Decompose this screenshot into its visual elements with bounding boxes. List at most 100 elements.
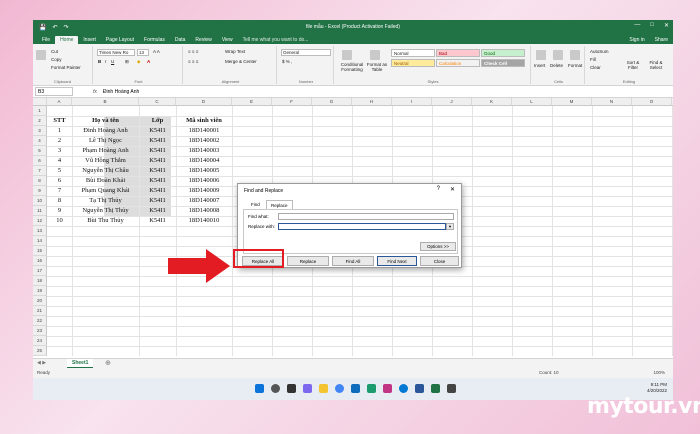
column-header-e[interactable]: E — [232, 98, 272, 106]
row-header[interactable]: 14 — [33, 236, 47, 246]
table-cell[interactable]: Bùi Thu Thủy — [72, 216, 139, 226]
format-as-table-icon[interactable] — [370, 50, 380, 60]
table-header-cell[interactable]: STT — [47, 116, 72, 126]
format-button[interactable]: Format — [568, 63, 582, 68]
row-header[interactable]: 12 — [33, 216, 47, 226]
table-header-cell[interactable]: Mã sinh viên — [176, 116, 232, 126]
insert-cells-icon[interactable] — [536, 50, 546, 60]
row-header[interactable]: 10 — [33, 196, 47, 206]
delete-button[interactable]: Delete — [550, 63, 563, 68]
tab-home[interactable]: Home — [55, 36, 79, 44]
table-cell[interactable]: 18D140010 — [176, 216, 232, 226]
copy-button[interactable]: Copy — [51, 57, 62, 62]
replace-with-input[interactable] — [278, 223, 446, 230]
search-icon[interactable] — [271, 384, 280, 393]
column-header-a[interactable]: A — [47, 98, 72, 106]
table-cell[interactable]: Vũ Hồng Thắm — [72, 156, 139, 166]
row-header[interactable]: 6 — [33, 156, 47, 166]
font-grow-icon[interactable]: A A — [153, 49, 160, 54]
table-cell[interactable]: 18D140005 — [176, 166, 232, 176]
column-header-n[interactable]: N — [592, 98, 632, 106]
table-cell[interactable]: 4 — [47, 156, 72, 166]
table-cell[interactable]: 18D140006 — [176, 176, 232, 186]
tab-data[interactable]: Data — [170, 36, 191, 44]
font-color-icon[interactable]: A — [147, 59, 150, 64]
share-button[interactable]: Share — [650, 36, 673, 44]
zoom-level[interactable]: 100% — [653, 368, 665, 378]
style-check-cell[interactable]: Check Cell — [481, 59, 525, 67]
bold-icon[interactable]: B — [98, 59, 101, 64]
file-explorer-icon[interactable] — [319, 384, 328, 393]
paste-icon[interactable] — [36, 50, 46, 60]
table-cell[interactable]: 18D140001 — [176, 126, 232, 136]
options-button[interactable]: Options >> — [420, 242, 456, 251]
app-icon[interactable] — [447, 384, 456, 393]
system-tray[interactable]: 9:11 PM 4/20/2022 — [647, 382, 667, 394]
tab-insert[interactable]: Insert — [78, 36, 101, 44]
column-header-d[interactable]: D — [176, 98, 232, 106]
sign-in-link[interactable]: Sign in — [624, 36, 649, 44]
instagram-icon[interactable] — [383, 384, 392, 393]
borders-icon[interactable]: ⊞ — [125, 59, 129, 65]
align-top-icon[interactable]: ≡ ≡ ≡ — [188, 49, 198, 54]
table-cell[interactable]: K54I1 — [139, 176, 176, 186]
tab-review[interactable]: Review — [190, 36, 216, 44]
insert-button[interactable]: Insert — [534, 63, 545, 68]
row-header[interactable]: 15 — [33, 246, 47, 256]
excel-icon[interactable] — [431, 384, 440, 393]
edge-icon[interactable] — [399, 384, 408, 393]
format-as-table-button[interactable]: Format as Table — [366, 62, 388, 72]
font-name-select[interactable]: Times New Ro — [97, 49, 135, 56]
align-left-icon[interactable]: ≡ ≡ ≡ — [188, 59, 198, 64]
name-box[interactable]: B3 — [35, 87, 73, 96]
table-cell[interactable]: K54I1 — [139, 206, 176, 216]
row-header[interactable]: 23 — [33, 326, 47, 336]
table-cell[interactable]: Nguyễn Thị Châu — [72, 166, 139, 176]
conditional-formatting-button[interactable]: Conditional Formatting — [337, 62, 367, 72]
column-header-j[interactable]: J — [432, 98, 472, 106]
table-cell[interactable]: K54I1 — [139, 156, 176, 166]
style-calculation[interactable]: Calculation — [436, 59, 480, 67]
italic-icon[interactable]: I — [105, 59, 106, 64]
teams-icon[interactable] — [303, 384, 312, 393]
table-cell[interactable]: K54I1 — [139, 186, 176, 196]
table-cell[interactable]: 5 — [47, 166, 72, 176]
column-header-g[interactable]: G — [312, 98, 352, 106]
replace-button[interactable]: Replace — [287, 256, 329, 266]
style-neutral[interactable]: Neutral — [391, 59, 435, 67]
row-header[interactable]: 25 — [33, 346, 47, 356]
close-icon[interactable]: ✕ — [664, 22, 669, 29]
column-header-p[interactable]: P — [672, 98, 673, 106]
row-header[interactable]: 3 — [33, 126, 47, 136]
table-cell[interactable]: 18D140007 — [176, 196, 232, 206]
add-sheet-icon[interactable]: ⊕ — [105, 359, 111, 367]
table-cell[interactable]: Phạm Quang Khải — [72, 186, 139, 196]
underline-icon[interactable]: U — [111, 59, 114, 64]
close-button[interactable]: Close — [420, 256, 459, 266]
style-bad[interactable]: Bad — [436, 49, 480, 57]
row-header[interactable]: 16 — [33, 256, 47, 266]
table-cell[interactable]: K54I1 — [139, 216, 176, 226]
column-header-k[interactable]: K — [472, 98, 512, 106]
table-cell[interactable]: K54I1 — [139, 196, 176, 206]
row-header[interactable]: 9 — [33, 186, 47, 196]
tab-replace[interactable]: Replace — [266, 200, 293, 209]
fill-button[interactable]: Fill — [590, 57, 596, 62]
table-cell[interactable]: Đinh Hoàng Anh — [72, 126, 139, 136]
tab-formulas[interactable]: Formulas — [139, 36, 170, 44]
table-cell[interactable]: 18D140004 — [176, 156, 232, 166]
store-icon[interactable] — [367, 384, 376, 393]
table-cell[interactable]: 8 — [47, 196, 72, 206]
style-good[interactable]: Good — [481, 49, 525, 57]
column-header-c[interactable]: C — [139, 98, 176, 106]
font-size-select[interactable]: 13 — [137, 49, 149, 56]
row-header[interactable]: 18 — [33, 276, 47, 286]
row-header[interactable]: 21 — [33, 306, 47, 316]
row-header[interactable]: 19 — [33, 286, 47, 296]
format-painter-button[interactable]: Format Painter — [51, 65, 81, 70]
table-cell[interactable]: 3 — [47, 146, 72, 156]
row-header[interactable]: 2 — [33, 116, 47, 126]
table-cell[interactable]: 18D140003 — [176, 146, 232, 156]
mail-icon[interactable] — [351, 384, 360, 393]
table-cell[interactable]: 18D140009 — [176, 186, 232, 196]
